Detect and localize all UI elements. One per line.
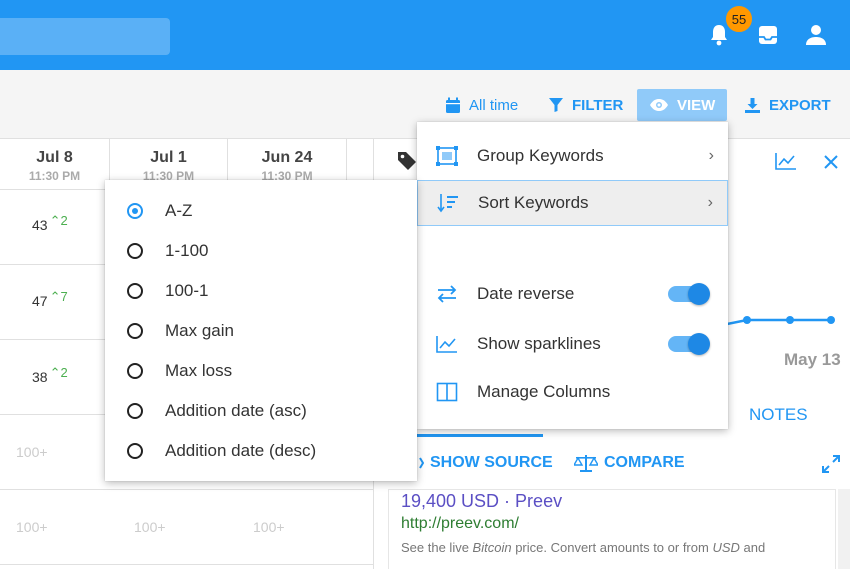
rank-cell-muted: 100+	[253, 519, 285, 535]
rank-value: 38	[32, 369, 48, 385]
inbox-icon[interactable]	[755, 22, 781, 48]
radio-unselected[interactable]	[127, 243, 143, 259]
menu-item-label: Group Keywords	[477, 146, 604, 165]
show-source-button[interactable]: SHOW SOURCE	[410, 454, 553, 472]
rank-value: 47	[32, 293, 48, 309]
radio-unselected[interactable]	[127, 363, 143, 379]
rank-gain: ⌃2	[49, 365, 68, 380]
view-menu: Group Keywords › Sort Keywords › Date re…	[417, 122, 728, 429]
download-icon	[745, 97, 760, 113]
top-bar: 55	[0, 0, 850, 70]
view-button[interactable]: VIEW	[637, 89, 728, 121]
result-title-link[interactable]: 19,400 USD · Preev	[401, 491, 562, 512]
radio-unselected[interactable]	[127, 403, 143, 419]
show-source-label: SHOW SOURCE	[430, 454, 553, 471]
sort-option-1-100[interactable]: 1-100	[105, 231, 417, 271]
radio-selected[interactable]	[127, 203, 143, 219]
sort-option-label: Max loss	[165, 361, 233, 380]
menu-item-date-reverse[interactable]: Date reverse	[417, 271, 728, 317]
export-button[interactable]: EXPORT	[744, 89, 831, 121]
chart-point	[786, 316, 794, 324]
sort-option-100-1[interactable]: 100-1	[105, 271, 417, 311]
radio-unselected[interactable]	[127, 323, 143, 339]
rank-value: 43	[32, 217, 48, 233]
row-divider	[0, 564, 373, 565]
notification-count-badge: 55	[724, 4, 754, 34]
tag-icon[interactable]	[396, 150, 418, 177]
sparkline-icon	[417, 335, 477, 353]
column-date: Jul 8	[36, 149, 73, 166]
filter-label: FILTER	[572, 96, 624, 114]
rank-cell-muted: 100+	[16, 444, 48, 460]
export-label: EXPORT	[769, 96, 831, 114]
filter-button[interactable]: FILTER	[548, 89, 623, 121]
swap-arrows-icon	[417, 285, 477, 303]
rank-cell: 47 ⌃7	[32, 289, 68, 310]
chevron-right-icon: ›	[708, 147, 714, 164]
results-scrollbar[interactable]	[838, 489, 850, 569]
sort-keywords-submenu: A-Z 1-100 100-1 Max gain Max loss Additi…	[105, 180, 417, 481]
expand-icon[interactable]	[822, 455, 840, 478]
date-reverse-toggle[interactable]	[668, 283, 710, 305]
rank-cell: 38 ⌃2	[32, 365, 68, 386]
chevron-right-icon: ›	[707, 194, 713, 211]
tab-notes[interactable]: NOTES	[749, 405, 808, 425]
column-date: Jul 1	[150, 149, 187, 166]
menu-item-show-sparklines[interactable]: Show sparklines	[417, 321, 728, 367]
result-url[interactable]: http://preev.com/	[401, 515, 519, 533]
menu-item-label: Sort Keywords	[478, 193, 589, 212]
sort-option-label: Addition date (asc)	[165, 401, 307, 420]
chart-point	[743, 316, 751, 324]
column-date: Jun 24	[261, 149, 313, 166]
rank-cell: 43 ⌃2	[32, 213, 68, 234]
rank-cell-muted: 100+	[16, 519, 48, 535]
sort-option-label: 100-1	[165, 281, 209, 300]
rank-gain: ⌃7	[49, 289, 68, 304]
sort-option-addition-date-asc[interactable]: Addition date (asc)	[105, 391, 417, 431]
menu-item-label: Show sparklines	[477, 334, 601, 353]
compare-label: COMPARE	[604, 454, 685, 471]
column-header-jul8[interactable]: Jul 8 11:30 PM	[0, 139, 110, 189]
sort-option-label: A-Z	[165, 201, 193, 220]
radio-unselected[interactable]	[127, 283, 143, 299]
result-description: See the live Bitcoin price. Convert amou…	[401, 540, 766, 555]
column-time: 11:30 PM	[28, 169, 81, 183]
sort-option-addition-date-desc[interactable]: Addition date (desc)	[105, 431, 417, 471]
balance-scale-icon	[574, 455, 598, 472]
sort-option-max-gain[interactable]: Max gain	[105, 311, 417, 351]
radio-unselected[interactable]	[127, 443, 143, 459]
sort-option-label: Addition date (desc)	[165, 441, 317, 460]
eye-icon	[650, 99, 668, 111]
show-sparklines-toggle[interactable]	[668, 333, 710, 355]
sort-option-label: Max gain	[165, 321, 234, 340]
date-range-label: All time	[469, 96, 519, 114]
sort-icon	[418, 193, 478, 213]
date-range-button[interactable]: All time	[445, 89, 518, 121]
chart-series-line	[726, 318, 831, 326]
menu-item-group-keywords[interactable]: Group Keywords ›	[417, 133, 728, 179]
user-account-icon[interactable]	[803, 22, 829, 48]
group-icon	[417, 146, 477, 166]
compare-button[interactable]: COMPARE	[574, 454, 685, 472]
chart-point	[827, 316, 835, 324]
sort-option-label: 1-100	[165, 241, 209, 260]
view-label: VIEW	[677, 96, 716, 114]
search-input[interactable]	[0, 18, 170, 55]
columns-icon	[417, 382, 477, 402]
sort-option-a-z[interactable]: A-Z	[105, 191, 417, 231]
row-divider	[0, 489, 373, 490]
menu-item-label: Date reverse	[477, 284, 575, 303]
menu-item-sort-keywords[interactable]: Sort Keywords ›	[417, 180, 728, 226]
chart-x-label: May 13	[784, 350, 841, 369]
chart-toggle-icon[interactable]	[775, 152, 797, 175]
menu-item-label: Manage Columns	[477, 382, 611, 401]
menu-item-manage-columns[interactable]: Manage Columns	[417, 369, 728, 415]
close-panel-icon[interactable]	[823, 154, 839, 175]
sort-option-max-loss[interactable]: Max loss	[105, 351, 417, 391]
calendar-icon	[446, 97, 460, 113]
filter-icon	[549, 98, 563, 112]
rank-cell-muted: 100+	[134, 519, 166, 535]
rank-gain: ⌃2	[49, 213, 68, 228]
